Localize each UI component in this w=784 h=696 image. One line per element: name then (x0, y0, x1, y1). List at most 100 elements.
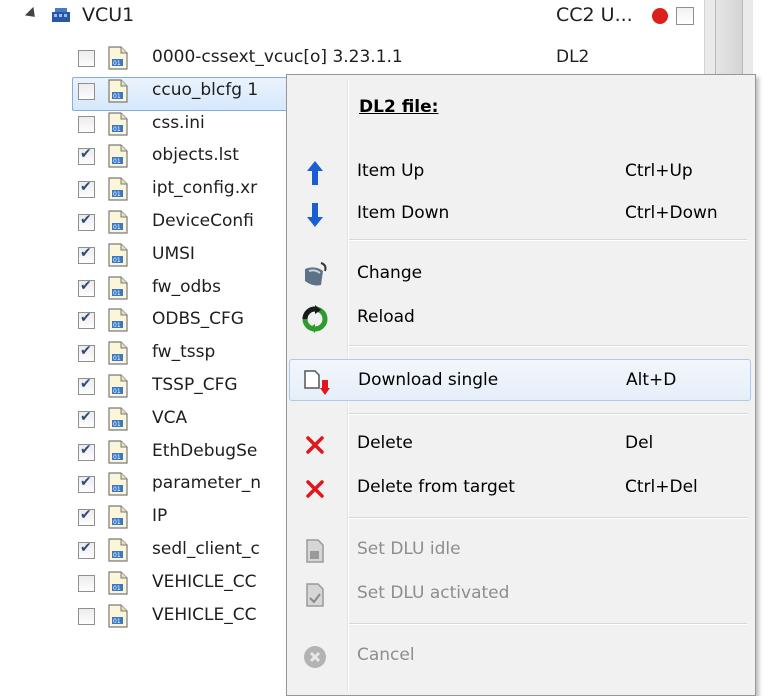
menu-separator (349, 517, 747, 518)
row-label: 0000-cssext_vcuc[o] 3.23.1.1 (152, 47, 403, 67)
row-label: IP (152, 506, 168, 527)
row-label: parameter_n (152, 473, 262, 494)
row-label: TSSP_CFG (152, 375, 238, 395)
row-label: sedl_client_c (152, 539, 260, 559)
row-label: VCA (152, 407, 188, 428)
menu-item-label: Download single (358, 370, 499, 390)
menu-separator (349, 623, 747, 624)
svg-text:01: 01 (113, 552, 121, 559)
svg-text:01: 01 (113, 224, 121, 231)
menu-item-cancel[interactable]: Cancel (289, 635, 751, 677)
row-checkbox[interactable] (78, 146, 95, 166)
menu-item-up[interactable]: Item Up Ctrl+Up (289, 151, 751, 193)
dl2-file-icon: 01 (108, 538, 128, 562)
row-label: css.ini (152, 112, 205, 133)
menu-item-label: Item Up (357, 161, 425, 181)
dl2-file-icon: 01 (108, 177, 128, 201)
arrow-down-icon (307, 203, 323, 227)
change-icon (305, 262, 327, 286)
file-gray-icon (306, 539, 324, 563)
svg-text:01: 01 (113, 519, 121, 526)
row-label: fw_odbs (152, 276, 221, 297)
svg-text:01: 01 (113, 191, 121, 198)
row-checkbox[interactable] (78, 82, 95, 100)
row-label: fw_tssp (152, 342, 216, 363)
device-icon (52, 8, 70, 22)
context-menu: DL2 file: Item Up Ctrl+Up Item Down Ctrl… (286, 74, 756, 696)
menu-title: DL2 file: (359, 97, 439, 117)
row-checkbox[interactable] (78, 607, 95, 625)
menu-item-label: Change (357, 263, 423, 283)
row-checkbox[interactable] (78, 179, 95, 199)
tree-root-vcu1[interactable]: VCU1 CC2 U... (0, 0, 730, 36)
delete-icon (306, 480, 324, 498)
tree-row[interactable]: 01 0000-cssext_vcuc[o] 3.23.1.1 DL2 (0, 42, 700, 74)
row-checkbox[interactable] (78, 507, 95, 527)
dl2-file-icon: 01 (108, 439, 128, 464)
row-label: ODBS_CFG (152, 309, 244, 330)
menu-item-change[interactable]: Change (289, 253, 751, 295)
svg-text:01: 01 (113, 93, 121, 100)
menu-separator (349, 413, 747, 414)
row-checkbox[interactable] (78, 278, 95, 297)
row-checkbox[interactable] (78, 310, 95, 330)
dl2-file-icon: 01 (108, 505, 128, 529)
dl2-file-icon: 01 (108, 407, 128, 431)
row-checkbox[interactable] (78, 245, 95, 264)
menu-item-reload[interactable]: Reload (289, 297, 751, 339)
svg-text:01: 01 (113, 388, 121, 395)
dl2-file-icon: 01 (108, 111, 128, 136)
menu-item-down[interactable]: Item Down Ctrl+Down (289, 193, 751, 235)
svg-text:01: 01 (113, 290, 121, 297)
menu-separator (349, 239, 747, 240)
menu-item-shortcut: Del (625, 433, 654, 453)
svg-text:01: 01 (113, 618, 121, 625)
dl2-file-icon: 01 (108, 603, 128, 628)
dl2-file-icon: 01 (108, 341, 128, 365)
arrow-up-icon (307, 161, 323, 185)
menu-item-label: Item Down (357, 203, 450, 223)
dl2-file-icon: 01 (108, 144, 128, 168)
row-label: DeviceConfi (152, 211, 254, 231)
menu-item-shortcut: Ctrl+Del (625, 477, 698, 497)
menu-item-label: Delete (357, 433, 413, 453)
menu-item-shortcut: Alt+D (626, 370, 677, 390)
dl2-file-icon: 01 (108, 79, 128, 103)
row-label: VEHICLE_CC (152, 604, 257, 625)
row-checkbox[interactable] (78, 343, 95, 363)
menu-item-delete[interactable]: Delete Del (289, 423, 751, 465)
dl2-file-icon: 01 (108, 571, 128, 595)
svg-text:01: 01 (113, 585, 121, 592)
menu-item-set-dlu-idle[interactable]: Set DLU idle (289, 529, 751, 571)
row-label: ipt_config.xr (152, 178, 258, 199)
row-checkbox[interactable] (78, 474, 95, 494)
row-checkbox[interactable] (78, 212, 95, 231)
dl2-file-icon: 01 (108, 243, 128, 267)
root-checkbox[interactable] (676, 7, 694, 25)
row-checkbox[interactable] (78, 409, 95, 428)
row-checkbox[interactable] (78, 574, 95, 592)
menu-item-set-dlu-activated[interactable]: Set DLU activated (289, 573, 751, 615)
root-status: CC2 U... (556, 4, 633, 26)
dl2-file-icon: 01 (108, 46, 128, 70)
row-label: UMSI (152, 243, 195, 264)
download-icon (304, 370, 330, 395)
menu-item-label: Delete from target (357, 477, 515, 497)
menu-item-label: Reload (357, 307, 415, 327)
menu-item-label: Cancel (357, 645, 415, 665)
row-label: VEHICLE_CC (152, 571, 257, 592)
row-label: objects.lst (152, 145, 239, 166)
file-gray-icon (306, 583, 324, 607)
row-checkbox[interactable] (78, 540, 95, 559)
collapse-arrow-icon[interactable] (24, 6, 40, 22)
row-checkbox[interactable] (78, 50, 95, 67)
row-status: DL2 (556, 47, 590, 67)
row-checkbox[interactable] (78, 442, 95, 461)
row-checkbox[interactable] (78, 376, 95, 395)
row-checkbox[interactable] (78, 115, 95, 133)
svg-text:01: 01 (113, 126, 121, 133)
menu-item-delete-from-target[interactable]: Delete from target Ctrl+Del (289, 467, 751, 509)
menu-item-download-single[interactable]: Download single Alt+D (289, 359, 751, 401)
svg-text:01: 01 (113, 486, 121, 493)
menu-separator (349, 345, 747, 346)
